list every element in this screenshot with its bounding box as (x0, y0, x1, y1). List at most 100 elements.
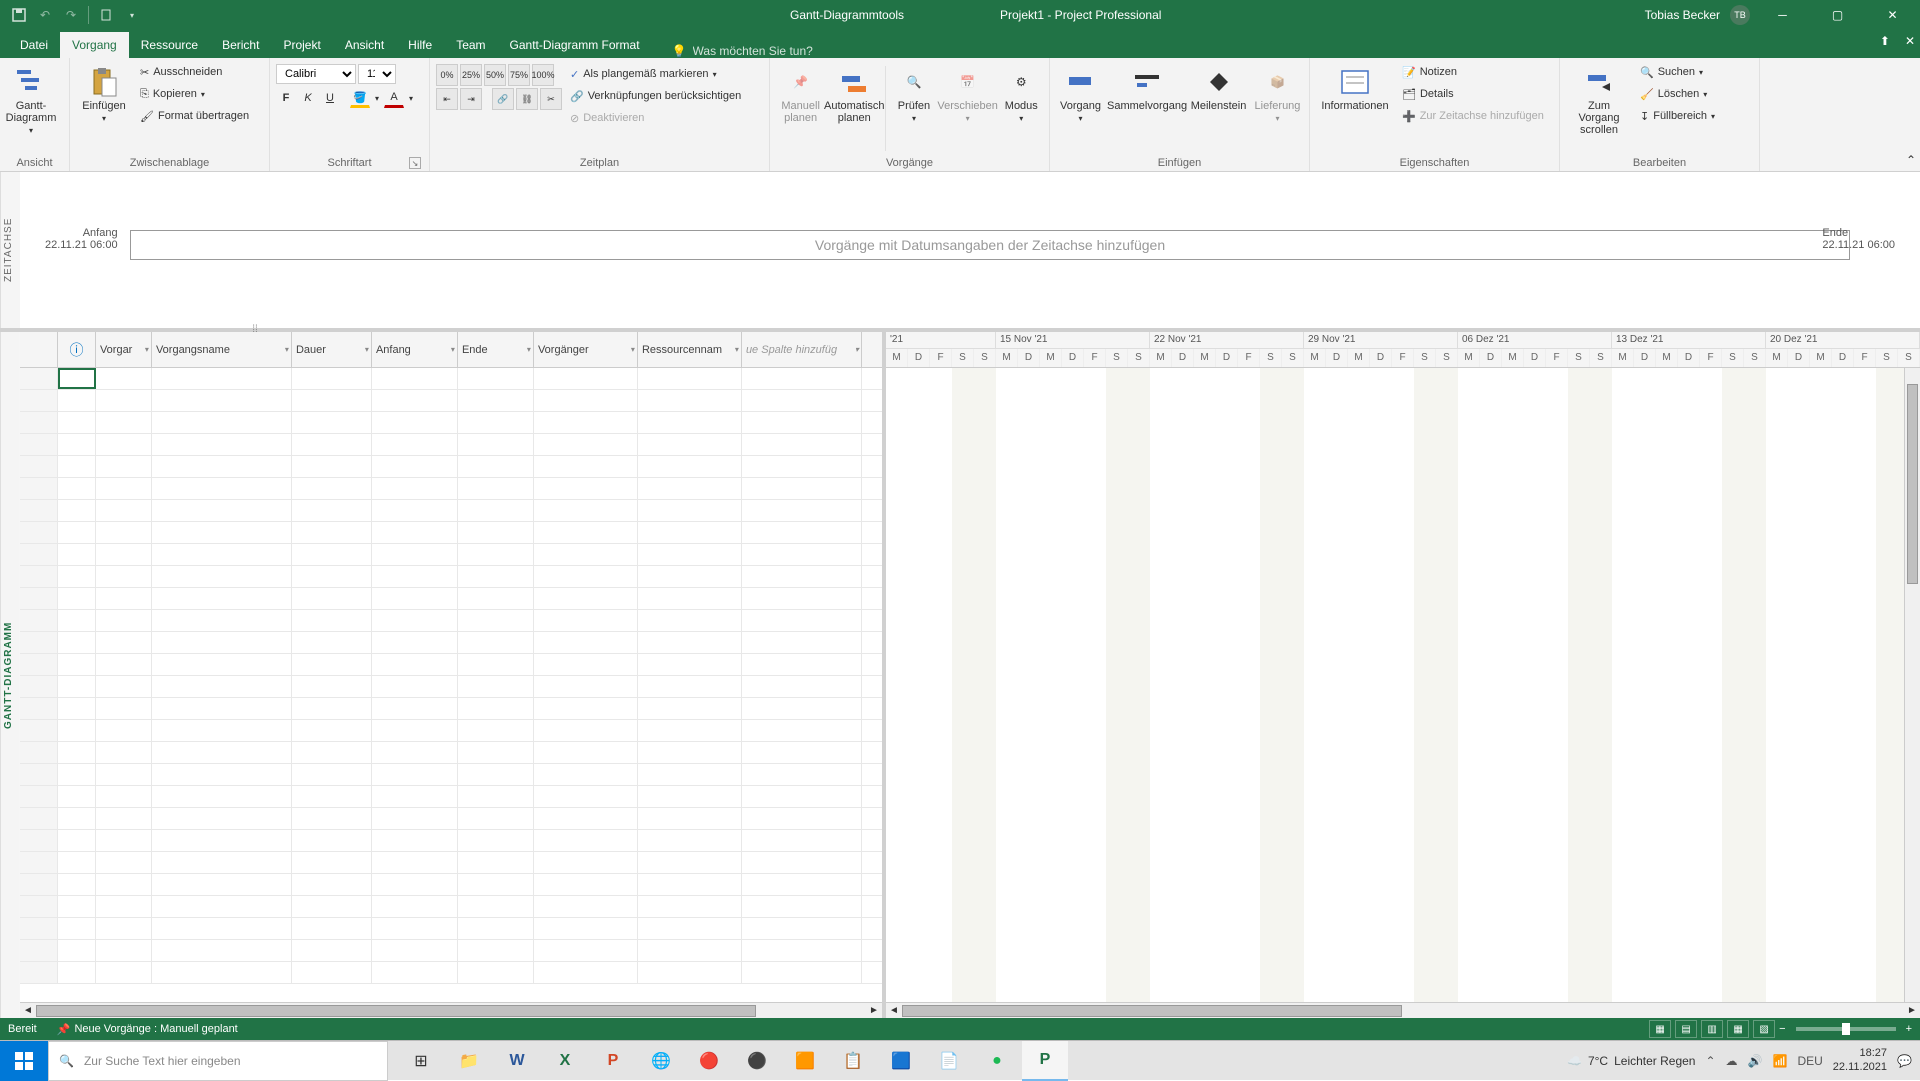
onedrive-icon[interactable]: ☁ (1726, 1054, 1738, 1068)
pct-0-button[interactable]: 0% (436, 64, 458, 86)
undo-icon[interactable]: ↶ (36, 6, 54, 24)
fill-button[interactable]: ↧Füllbereich ▾ (1636, 106, 1719, 126)
manual-schedule-button[interactable]: 📌Manuell planen (776, 62, 825, 155)
table-row[interactable] (20, 830, 882, 852)
view-gantt-button[interactable]: ▦ (1649, 1020, 1671, 1038)
gantt-diagram-button[interactable]: Gantt- Diagramm ▾ (6, 62, 56, 155)
underline-button[interactable]: U (320, 88, 340, 108)
maximize-button[interactable]: ▢ (1815, 0, 1860, 30)
highlight-dropdown[interactable]: ▾ (372, 88, 382, 108)
app-icon-2[interactable]: 📋 (830, 1041, 876, 1081)
tab-hilfe[interactable]: Hilfe (396, 32, 444, 58)
volume-icon[interactable]: 🔊 (1748, 1054, 1763, 1068)
insert-deliverable-button[interactable]: 📦Lieferung▾ (1252, 62, 1303, 155)
font-name-select[interactable]: Calibri (276, 64, 356, 84)
table-row[interactable] (20, 808, 882, 830)
project-icon[interactable]: P (1022, 1041, 1068, 1081)
paste-button[interactable]: Einfügen ▾ (76, 62, 132, 155)
col-info[interactable]: ⓘ (58, 332, 96, 367)
notes-button[interactable]: 📝Notizen (1398, 62, 1548, 82)
move-button[interactable]: 📅Verschieben▾ (940, 62, 996, 155)
col-resources[interactable]: Ressourcennam▾ (638, 332, 742, 367)
ribbon-close-icon[interactable]: ✕ (1905, 34, 1915, 48)
font-dialog-launcher[interactable]: ↘ (409, 157, 421, 169)
table-row[interactable] (20, 896, 882, 918)
font-color-button[interactable]: A (384, 88, 404, 108)
tray-chevron-icon[interactable]: ⌃ (1705, 1054, 1715, 1068)
vertical-scrollbar[interactable] (1904, 368, 1920, 1002)
col-start[interactable]: Anfang▾ (372, 332, 458, 367)
auto-schedule-button[interactable]: Automatisch planen (829, 62, 879, 155)
file-explorer-icon[interactable]: 📁 (446, 1041, 492, 1081)
zoom-out-button[interactable]: − (1779, 1023, 1785, 1035)
ribbon-share-icon[interactable]: ⬆ (1880, 34, 1890, 48)
user-avatar[interactable]: TB (1730, 5, 1750, 25)
tab-vorgang[interactable]: Vorgang (60, 32, 129, 58)
unlink-button[interactable]: ⛓ (516, 88, 538, 110)
table-row[interactable] (20, 588, 882, 610)
details-button[interactable]: 🗂Details (1398, 84, 1548, 104)
table-row[interactable] (20, 478, 882, 500)
table-row[interactable] (20, 676, 882, 698)
font-color-dropdown[interactable]: ▾ (406, 88, 416, 108)
insert-milestone-button[interactable]: Meilenstein (1189, 62, 1248, 155)
highlight-color-button[interactable]: 🪣 (350, 88, 370, 108)
table-row[interactable] (20, 434, 882, 456)
col-row-selector[interactable] (20, 332, 58, 367)
table-row[interactable] (20, 500, 882, 522)
find-button[interactable]: 🔍Suchen ▾ (1636, 62, 1719, 82)
chrome-icon[interactable]: 🔴 (686, 1041, 732, 1081)
excel-icon[interactable]: X (542, 1041, 588, 1081)
table-row[interactable] (20, 522, 882, 544)
table-row[interactable] (20, 610, 882, 632)
notepad-icon[interactable]: 📄 (926, 1041, 972, 1081)
app-icon-1[interactable]: 🟧 (782, 1041, 828, 1081)
add-to-timeline-button[interactable]: ➕Zur Zeitachse hinzufügen (1398, 106, 1548, 126)
windows-start-button[interactable] (0, 1041, 48, 1081)
task-view-button[interactable]: ⊞ (398, 1041, 444, 1081)
table-row[interactable] (20, 632, 882, 654)
table-row[interactable] (20, 368, 882, 390)
notifications-icon[interactable]: 💬 (1897, 1054, 1912, 1068)
col-duration[interactable]: Dauer▾ (292, 332, 372, 367)
insert-summary-button[interactable]: Sammelvorgang (1109, 62, 1185, 155)
table-row[interactable] (20, 764, 882, 786)
user-name[interactable]: Tobias Becker (1645, 8, 1720, 22)
font-size-select[interactable]: 11 (358, 64, 396, 84)
table-row[interactable] (20, 874, 882, 896)
table-row[interactable] (20, 390, 882, 412)
save-icon[interactable] (10, 6, 28, 24)
redo-icon[interactable]: ↷ (62, 6, 80, 24)
table-row[interactable] (20, 852, 882, 874)
tab-projekt[interactable]: Projekt (271, 32, 332, 58)
touch-mode-icon[interactable] (97, 6, 115, 24)
mark-on-track-button[interactable]: ✓Als plangemäß markieren ▾ (566, 64, 745, 84)
table-row[interactable] (20, 786, 882, 808)
pct-25-button[interactable]: 25% (460, 64, 482, 86)
outdent-button[interactable]: ⇤ (436, 88, 458, 110)
tab-bericht[interactable]: Bericht (210, 32, 271, 58)
table-row[interactable] (20, 962, 882, 984)
insert-task-button[interactable]: Vorgang▾ (1056, 62, 1105, 155)
network-icon[interactable]: 📶 (1773, 1054, 1788, 1068)
chart-hscroll[interactable]: ◄ ► (886, 1002, 1920, 1018)
split-button[interactable]: ✂ (540, 88, 562, 110)
pct-50-button[interactable]: 50% (484, 64, 506, 86)
table-row[interactable] (20, 720, 882, 742)
table-row[interactable] (20, 412, 882, 434)
edge-legacy-icon[interactable]: 🌐 (638, 1041, 684, 1081)
tell-me-input[interactable] (693, 44, 893, 58)
table-row[interactable] (20, 654, 882, 676)
copy-button[interactable]: ⎘Kopieren ▾ (136, 84, 253, 104)
pct-100-button[interactable]: 100% (532, 64, 554, 86)
deactivate-button[interactable]: ⊘Deaktivieren (566, 108, 745, 128)
table-row[interactable] (20, 544, 882, 566)
scroll-to-task-button[interactable]: Zum Vorgang scrollen (1566, 62, 1632, 155)
tab-ansicht[interactable]: Ansicht (333, 32, 396, 58)
tab-team[interactable]: Team (444, 32, 497, 58)
spotify-icon[interactable]: ● (974, 1041, 1020, 1081)
indent-button[interactable]: ⇥ (460, 88, 482, 110)
edge-icon[interactable]: 🟦 (878, 1041, 924, 1081)
table-hscroll[interactable]: ◄ ► (20, 1002, 882, 1018)
qat-customize-icon[interactable]: ▾ (123, 6, 141, 24)
